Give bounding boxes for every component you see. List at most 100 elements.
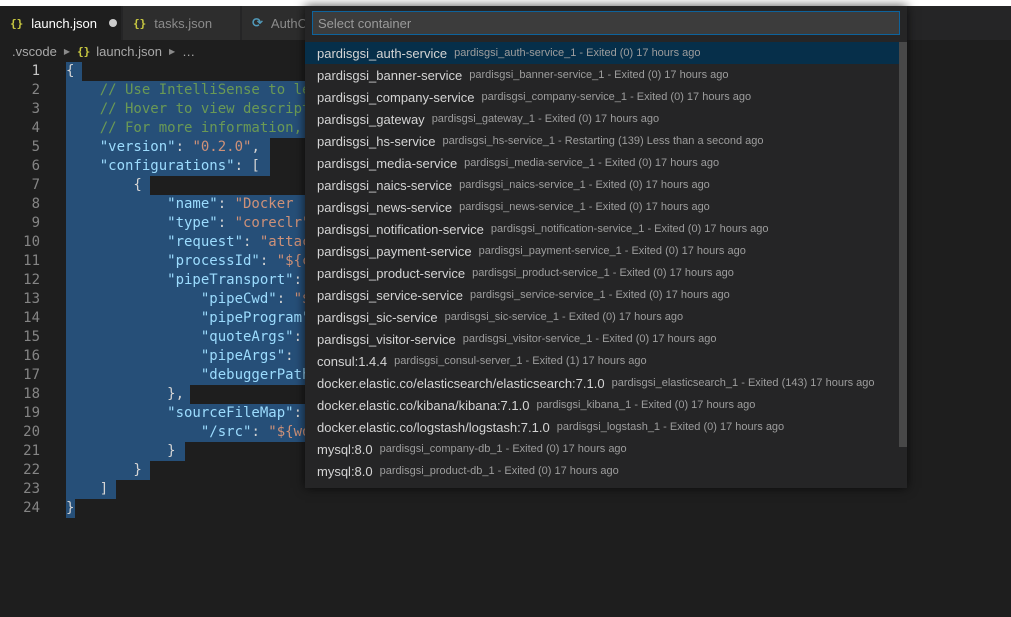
container-name: docker.elastic.co/elasticsearch/elastics… bbox=[317, 375, 605, 391]
json-file-icon: {} bbox=[10, 16, 24, 30]
line-number: 2 bbox=[31, 82, 40, 98]
container-status: pardisgsi_company-db_1 - Exited (0) 17 h… bbox=[379, 443, 627, 455]
code-token: "sourceFileMap" bbox=[66, 405, 294, 421]
container-name: pardisgsi_service-service bbox=[317, 287, 463, 303]
code-text: } bbox=[66, 442, 185, 461]
code-text: // Hover to view descript bbox=[66, 100, 307, 119]
list-scrollbar[interactable] bbox=[899, 42, 907, 447]
container-list-item[interactable]: pardisgsi_company-service pardisgsi_compa… bbox=[305, 86, 899, 108]
container-name: pardisgsi_company-service bbox=[317, 89, 475, 105]
code-text: "processId": "${c bbox=[66, 252, 307, 271]
container-list-item[interactable]: pardisgsi_service-service pardisgsi_servi… bbox=[305, 284, 899, 306]
container-list-item[interactable]: pardisgsi_banner-service pardisgsi_banner… bbox=[305, 64, 899, 86]
container-list-item[interactable]: docker.elastic.co/logstash/logstash:7.1.… bbox=[305, 416, 899, 438]
code-token: } bbox=[66, 443, 176, 459]
line-number: 18 bbox=[23, 386, 40, 402]
quick-pick: pardisgsi_auth-service pardisgsi_auth-ser… bbox=[305, 6, 907, 488]
code-line: 24} bbox=[0, 499, 1011, 518]
container-list-item[interactable]: pardisgsi_naics-service pardisgsi_naics-s… bbox=[305, 174, 899, 196]
json-file-icon: {} bbox=[76, 44, 91, 58]
code-text: "version": "0.2.0", bbox=[66, 138, 270, 157]
code-token: // For more information, bbox=[66, 120, 307, 136]
container-list-item[interactable]: pardisgsi_payment-service pardisgsi_payme… bbox=[305, 240, 899, 262]
code-text: } bbox=[66, 499, 75, 518]
container-list-item[interactable]: pardisgsi_media-service pardisgsi_media-s… bbox=[305, 152, 899, 174]
container-status: pardisgsi_product-db_1 - Exited (0) 17 h… bbox=[379, 465, 619, 477]
code-text: } bbox=[66, 461, 150, 480]
container-search-input[interactable] bbox=[312, 11, 900, 35]
container-list-item[interactable]: pardisgsi_gateway pardisgsi_gateway_1 - E… bbox=[305, 108, 899, 130]
code-token: : bbox=[251, 424, 269, 440]
breadcrumb-more[interactable]: … bbox=[182, 44, 195, 59]
container-status: pardisgsi_naics-service_1 - Exited (0) 1… bbox=[459, 179, 710, 191]
chevron-right-icon: ▶ bbox=[169, 46, 176, 56]
container-status: pardisgsi_product-service_1 - Exited (0)… bbox=[472, 267, 734, 279]
json-file-icon: {} bbox=[133, 16, 147, 30]
code-token: { bbox=[66, 177, 142, 193]
container-list-item[interactable]: pardisgsi_news-service pardisgsi_news-ser… bbox=[305, 196, 899, 218]
container-status: pardisgsi_elasticsearch_1 - Exited (143)… bbox=[611, 377, 875, 389]
code-token: // Hover to view descript bbox=[66, 101, 307, 117]
code-text: "pipeTransport": bbox=[66, 271, 307, 290]
container-list-item[interactable]: mysql:8.0 pardisgsi_product-db_1 - Exited… bbox=[305, 460, 899, 482]
line-number: 5 bbox=[31, 139, 40, 155]
line-number: 1 bbox=[31, 63, 40, 79]
container-status: pardisgsi_auth-service_1 - Exited (0) 17… bbox=[454, 47, 701, 59]
code-token: // Use IntelliSense to le bbox=[66, 82, 307, 98]
tab-tasks-json[interactable]: {} tasks.json bbox=[123, 6, 241, 40]
line-number: 12 bbox=[23, 272, 40, 288]
code-text: "/src": "${wo bbox=[66, 423, 307, 442]
code-token: "Docker . bbox=[234, 196, 307, 212]
container-status: pardisgsi_visitor-service_1 - Exited (0)… bbox=[462, 333, 717, 345]
container-status: pardisgsi_payment-service_1 - Exited (0)… bbox=[478, 245, 746, 257]
code-text: // Use IntelliSense to le bbox=[66, 81, 307, 100]
container-status: pardisgsi_news-service_1 - Exited (0) 17… bbox=[459, 201, 710, 213]
container-list-item[interactable]: pardisgsi_auth-service pardisgsi_auth-ser… bbox=[305, 42, 899, 64]
container-status: pardisgsi_banner-service_1 - Exited (0) … bbox=[469, 69, 729, 81]
container-name: pardisgsi_naics-service bbox=[317, 177, 453, 193]
line-number: 24 bbox=[23, 500, 40, 516]
code-token: : [ bbox=[285, 348, 307, 364]
code-token: "quoteArgs" bbox=[66, 329, 294, 345]
chevron-right-icon: ▶ bbox=[63, 46, 70, 56]
code-token: : bbox=[293, 329, 303, 345]
line-number: 11 bbox=[23, 253, 40, 269]
code-token: : [ bbox=[234, 158, 260, 174]
container-name: pardisgsi_media-service bbox=[317, 155, 458, 171]
container-list-item[interactable]: pardisgsi_hs-service pardisgsi_hs-service… bbox=[305, 130, 899, 152]
breadcrumb-file[interactable]: launch.json bbox=[96, 44, 162, 59]
breadcrumb-folder[interactable]: .vscode bbox=[12, 44, 57, 59]
line-number: 13 bbox=[23, 291, 40, 307]
code-token: : bbox=[293, 272, 303, 288]
container-list-item[interactable]: pardisgsi_product-service pardisgsi_produ… bbox=[305, 262, 899, 284]
code-token: "attac bbox=[259, 234, 307, 250]
container-name: pardisgsi_hs-service bbox=[317, 133, 436, 149]
line-number: 21 bbox=[23, 443, 40, 459]
code-text: ] bbox=[66, 480, 116, 499]
code-text: "request": "attac bbox=[66, 233, 307, 252]
tab-launch-json[interactable]: {} launch.json bbox=[0, 6, 122, 40]
container-name: pardisgsi_gateway bbox=[317, 111, 425, 127]
code-token: : bbox=[217, 215, 235, 231]
code-token: "processId" bbox=[66, 253, 260, 269]
container-status: pardisgsi_kibana_1 - Exited (0) 17 hours… bbox=[536, 399, 756, 411]
container-list-item[interactable]: pardisgsi_notification-service pardisgsi_… bbox=[305, 218, 899, 240]
line-number: 10 bbox=[23, 234, 40, 250]
code-text: { bbox=[66, 62, 82, 81]
breadcrumb: .vscode ▶ {} launch.json ▶ … bbox=[0, 40, 195, 62]
code-text: "pipeCwd": "$ bbox=[66, 290, 307, 309]
container-list-item[interactable]: pardisgsi_visitor-service pardisgsi_visit… bbox=[305, 328, 899, 350]
code-token: "pipeCwd" bbox=[66, 291, 277, 307]
code-token: "type" bbox=[66, 215, 218, 231]
container-list-item[interactable]: consul:1.4.4 pardisgsi_consul-server_1 - … bbox=[305, 350, 899, 372]
csharp-file-icon: ⟳ bbox=[252, 15, 263, 31]
container-list-item[interactable]: mysql:8.0 pardisgsi_company-db_1 - Exited… bbox=[305, 438, 899, 460]
line-number: 8 bbox=[31, 196, 40, 212]
tab-label: AuthC bbox=[270, 15, 308, 31]
container-name: docker.elastic.co/logstash/logstash:7.1.… bbox=[317, 419, 550, 435]
unsaved-dot-icon[interactable] bbox=[109, 19, 118, 27]
container-list-item[interactable]: pardisgsi_sic-service pardisgsi_sic-servi… bbox=[305, 306, 899, 328]
tab-authc[interactable]: ⟳ AuthC bbox=[242, 6, 312, 40]
container-list-item[interactable]: docker.elastic.co/kibana/kibana:7.1.0 par… bbox=[305, 394, 899, 416]
container-list-item[interactable]: docker.elastic.co/elasticsearch/elastics… bbox=[305, 372, 899, 394]
